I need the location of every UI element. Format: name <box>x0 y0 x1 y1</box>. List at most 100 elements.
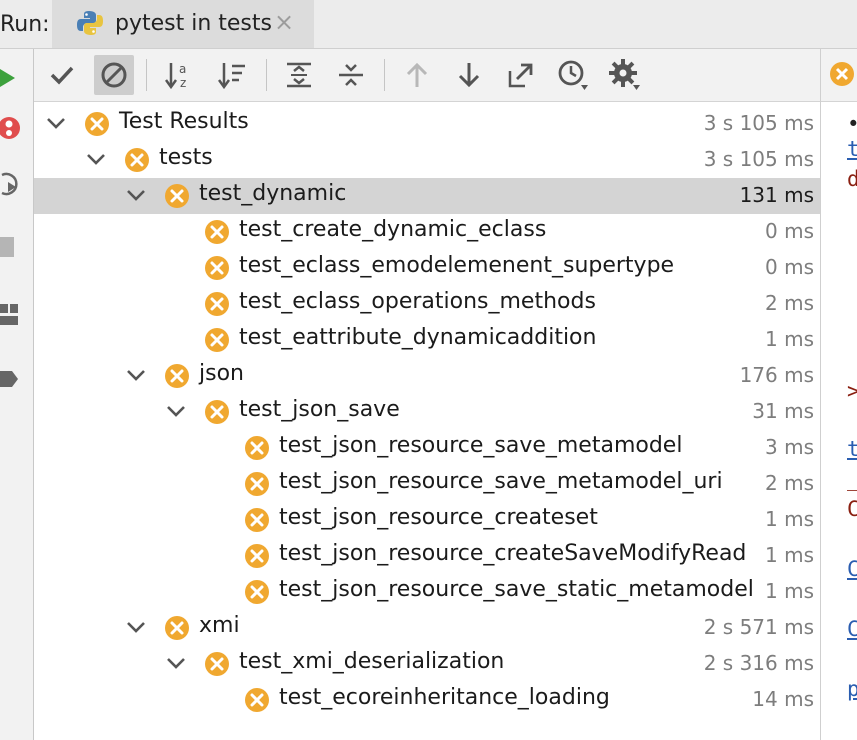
export-button[interactable] <box>501 55 541 95</box>
console-link[interactable]: t <box>847 437 857 461</box>
console-line: d <box>847 167 857 191</box>
sort-duration-icon <box>218 63 245 90</box>
run-label: Run: <box>0 12 50 37</box>
tree-row[interactable]: test_json_resource_save_metamodel 3 ms <box>34 430 820 466</box>
tree-row[interactable]: test_create_dynamic_eclass 0 ms <box>34 214 820 250</box>
test-failed-icon <box>165 616 189 640</box>
layout-icon[interactable] <box>0 304 18 330</box>
test-duration: 1 ms <box>765 579 814 603</box>
tree-row[interactable]: test_ecoreinheritance_loading 14 ms <box>34 682 820 718</box>
console-header <box>821 49 857 102</box>
tree-row[interactable]: test_eclass_emodelemenent_supertype 0 ms <box>34 250 820 286</box>
test-name: test_json_resource_createSaveModifyRead <box>279 541 747 566</box>
test-name: test_eclass_emodelemenent_supertype <box>239 253 675 278</box>
export-icon <box>508 63 533 88</box>
settings-button[interactable] <box>605 55 645 95</box>
sort-by-duration-button[interactable] <box>213 55 253 95</box>
test-failed-icon <box>245 472 269 496</box>
next-failed-button[interactable] <box>449 55 489 95</box>
test-duration: 2 s 571 ms <box>703 615 814 639</box>
console-line: > <box>847 379 857 403</box>
console-link[interactable]: t <box>847 137 857 161</box>
test-failed-icon <box>165 364 189 388</box>
tree-row[interactable]: test_json_resource_createset 1 ms <box>34 502 820 538</box>
test-name: Test Results <box>119 109 249 134</box>
stop-icon[interactable] <box>0 237 14 261</box>
test-duration: 3 ms <box>765 435 814 459</box>
test-history-button[interactable] <box>553 55 593 95</box>
test-name: test_dynamic <box>199 181 347 206</box>
test-duration: 1 ms <box>765 507 814 531</box>
test-results-tree[interactable]: Test Results 3 s 105 ms tests 3 s 105 ms tes… <box>34 106 820 740</box>
test-duration: 2 ms <box>765 471 814 495</box>
test-duration: 14 ms <box>752 687 814 711</box>
test-failed-icon <box>205 292 229 316</box>
tree-row[interactable]: test_json_save 31 ms <box>34 394 820 430</box>
console-link[interactable]: C <box>847 557 857 581</box>
rerun-failed-icon[interactable] <box>0 115 22 145</box>
run-actions-strip <box>0 49 34 740</box>
console-link[interactable]: p <box>847 677 857 701</box>
test-failed-icon <box>245 436 269 460</box>
chevron-down-icon[interactable] <box>164 651 188 675</box>
tree-row[interactable]: test_eattribute_dynamicaddition 1 ms <box>34 322 820 358</box>
sort-alphabetically-button[interactable]: az <box>160 55 200 95</box>
test-failed-icon <box>205 328 229 352</box>
pin-icon[interactable] <box>0 367 18 395</box>
test-duration: 176 ms <box>739 363 814 387</box>
test-name: test_eattribute_dynamicaddition <box>239 325 597 350</box>
show-passed-button[interactable] <box>42 55 82 95</box>
test-failed-icon <box>205 256 229 280</box>
test-failed-icon <box>245 544 269 568</box>
python-icon <box>76 9 104 41</box>
previous-failed-button[interactable] <box>397 55 437 95</box>
test-failed-icon <box>125 148 149 172</box>
toggle-auto-test-icon[interactable] <box>0 171 20 201</box>
tree-row[interactable]: json 176 ms <box>34 358 820 394</box>
tree-row[interactable]: Test Results 3 s 105 ms <box>34 106 820 142</box>
chevron-down-icon[interactable] <box>124 363 148 387</box>
failed-status-icon <box>829 61 855 91</box>
test-name: test_json_resource_save_metamodel <box>279 433 683 458</box>
test-duration: 0 ms <box>765 255 814 279</box>
run-tab-pytest[interactable]: pytest in tests × <box>52 0 314 48</box>
test-failed-icon <box>205 400 229 424</box>
console-output-panel[interactable]: • t d > t _ C C C p <box>820 49 857 740</box>
test-failed-icon <box>245 688 269 712</box>
test-duration: 131 ms <box>739 183 814 207</box>
test-duration: 3 s 105 ms <box>703 111 814 135</box>
chevron-down-icon[interactable] <box>124 183 148 207</box>
tree-row[interactable]: test_dynamic 131 ms <box>34 178 820 214</box>
chevron-down-icon[interactable] <box>164 399 188 423</box>
tree-row[interactable]: tests 3 s 105 ms <box>34 142 820 178</box>
clock-icon <box>558 60 588 90</box>
collapse-all-button[interactable] <box>331 55 371 95</box>
tree-row[interactable]: test_json_resource_save_metamodel_uri 2 m… <box>34 466 820 502</box>
test-duration: 1 ms <box>765 543 814 567</box>
test-name: test_xmi_deserialization <box>239 649 505 674</box>
rerun-icon[interactable] <box>0 67 16 93</box>
tree-row[interactable]: test_xmi_deserialization 2 s 316 ms <box>34 646 820 682</box>
test-duration: 2 s 316 ms <box>703 651 814 675</box>
tree-row[interactable]: xmi 2 s 571 ms <box>34 610 820 646</box>
tree-row[interactable]: test_json_resource_save_static_metamodel… <box>34 574 820 610</box>
test-duration: 2 ms <box>765 291 814 315</box>
tree-row[interactable]: test_eclass_operations_methods 2 ms <box>34 286 820 322</box>
arrow-up-icon <box>406 62 428 87</box>
console-link[interactable]: C <box>847 617 857 641</box>
expand-all-button[interactable] <box>279 55 319 95</box>
close-icon[interactable]: × <box>274 8 294 36</box>
chevron-down-icon[interactable] <box>84 147 108 171</box>
test-duration: 1 ms <box>765 327 814 351</box>
sort-alpha-icon: az <box>165 62 186 90</box>
test-name: test_eclass_operations_methods <box>239 289 596 314</box>
test-name: test_create_dynamic_eclass <box>239 217 547 242</box>
test-name: xmi <box>199 613 240 638</box>
test-failed-icon <box>85 112 109 136</box>
test-failed-icon <box>245 508 269 532</box>
chevron-down-icon[interactable] <box>44 111 68 135</box>
show-ignored-button[interactable] <box>94 55 134 95</box>
tree-row[interactable]: test_json_resource_createSaveModifyRead 1… <box>34 538 820 574</box>
test-name: test_json_save <box>239 397 400 422</box>
chevron-down-icon[interactable] <box>124 615 148 639</box>
